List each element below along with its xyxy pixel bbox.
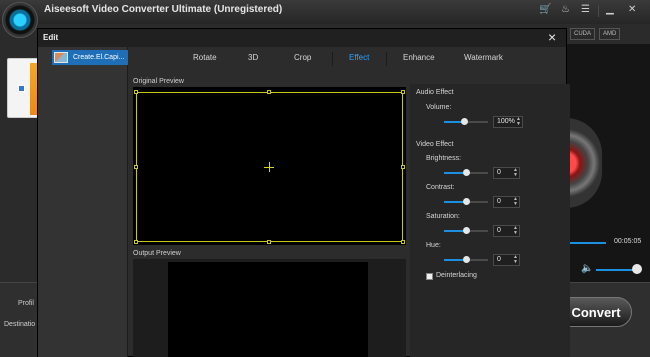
- spinner-arrows-icon[interactable]: ▲ ▼: [513, 255, 518, 265]
- contrast-label: Contrast:: [426, 184, 455, 191]
- contrast-slider-knob[interactable]: [463, 198, 470, 205]
- crop-handle[interactable]: [401, 165, 405, 169]
- spinner-arrows-icon[interactable]: ▲ ▼: [513, 168, 518, 178]
- output-preview-frame: [133, 259, 406, 357]
- audio-effect-title: Audio Effect: [416, 89, 454, 96]
- edit-dialog: Edit × Create.El.Capi... Rotate 3D Crop …: [37, 28, 570, 357]
- cuda-badge: CUDA: [570, 28, 596, 40]
- effect-settings-panel: Audio Effect Volume: 100% ▲ ▼ Video Effec…: [410, 84, 570, 357]
- brightness-slider-knob[interactable]: [463, 169, 470, 176]
- hue-label: Hue:: [426, 242, 441, 249]
- app-title: Aiseesoft Video Converter Ultimate (Unre…: [44, 4, 283, 15]
- tab-watermark[interactable]: Watermark: [464, 53, 503, 62]
- original-preview-label: Original Preview: [133, 78, 184, 85]
- minimize-icon[interactable]: ▁: [606, 4, 614, 15]
- spinner-arrows-icon[interactable]: ▲ ▼: [516, 117, 521, 127]
- list-icon[interactable]: ☰: [581, 4, 590, 15]
- edit-tabs: Rotate 3D Crop Effect Enhance Watermark: [128, 47, 566, 71]
- crop-handle[interactable]: [401, 90, 405, 94]
- tab-divider: [332, 52, 333, 66]
- saturation-value-field[interactable]: 0 ▲ ▼: [493, 225, 520, 237]
- crop-handle[interactable]: [134, 165, 138, 169]
- hue-value: 0: [497, 256, 501, 263]
- key-icon[interactable]: ♨: [561, 4, 570, 15]
- close-icon[interactable]: ✕: [628, 4, 636, 15]
- dialog-header: Edit ×: [38, 29, 566, 47]
- dialog-close-icon[interactable]: ×: [548, 30, 556, 44]
- tab-rotate[interactable]: Rotate: [193, 53, 217, 62]
- original-preview: [133, 87, 406, 245]
- player-progress[interactable]: [566, 242, 606, 244]
- brightness-label: Brightness:: [426, 155, 462, 162]
- output-preview: [168, 262, 368, 357]
- tab-divider: [386, 52, 387, 66]
- player-time: 00:05:05: [614, 238, 642, 245]
- video-thumbnail: [54, 52, 68, 63]
- saturation-value: 0: [497, 227, 501, 234]
- tab-enhance[interactable]: Enhance: [403, 53, 435, 62]
- tab-effect[interactable]: Effect: [349, 53, 369, 62]
- dialog-file-list: Create.El.Capi...: [38, 47, 128, 357]
- hw-acceleration-badges: CUDA AMD: [570, 28, 621, 40]
- dialog-file-item[interactable]: Create.El.Capi...: [52, 50, 128, 65]
- titlebar-divider: [598, 5, 599, 17]
- crop-handle[interactable]: [134, 240, 138, 244]
- crop-handle[interactable]: [401, 240, 405, 244]
- crop-handle[interactable]: [134, 90, 138, 94]
- dialog-title: Edit: [43, 33, 59, 42]
- spinner-arrows-icon[interactable]: ▲ ▼: [513, 226, 518, 236]
- contrast-value-field[interactable]: 0 ▲ ▼: [493, 196, 520, 208]
- volume-value: 100%: [497, 118, 515, 125]
- convert-button[interactable]: Convert: [560, 297, 632, 327]
- file-checkbox[interactable]: [18, 85, 25, 92]
- hue-slider-knob[interactable]: [463, 256, 470, 263]
- destination-label: Destinatio: [4, 321, 36, 328]
- tab-3d[interactable]: 3D: [248, 53, 258, 62]
- crop-handle[interactable]: [267, 90, 271, 94]
- contrast-value: 0: [497, 198, 501, 205]
- crop-handle[interactable]: [267, 240, 271, 244]
- file-list-item[interactable]: [7, 58, 39, 118]
- app-logo: [2, 2, 38, 38]
- dialog-file-name: Create.El.Capi...: [73, 54, 125, 61]
- hue-value-field[interactable]: 0 ▲ ▼: [493, 254, 520, 266]
- amd-badge: AMD: [599, 28, 621, 40]
- crosshair-icon: [269, 162, 270, 172]
- deinterlacing-label: Deinterlacing: [436, 272, 477, 279]
- brightness-value-field[interactable]: 0 ▲ ▼: [493, 167, 520, 179]
- profile-label: Profil: [18, 300, 34, 307]
- output-preview-label: Output Preview: [133, 250, 181, 257]
- brightness-value: 0: [497, 169, 501, 176]
- volume-slider-knob[interactable]: [461, 118, 468, 125]
- volume-label: Volume:: [426, 104, 452, 111]
- deinterlacing-checkbox[interactable]: [426, 273, 433, 280]
- volume-icon[interactable]: 🔈: [581, 263, 593, 274]
- tab-crop[interactable]: Crop: [294, 53, 311, 62]
- volume-value-field[interactable]: 100% ▲ ▼: [493, 116, 523, 128]
- cart-icon[interactable]: 🛒: [539, 4, 551, 15]
- saturation-slider-knob[interactable]: [463, 227, 470, 234]
- player-volume-knob[interactable]: [632, 264, 642, 274]
- saturation-label: Saturation:: [426, 213, 460, 220]
- video-effect-title: Video Effect: [416, 141, 454, 148]
- spinner-arrows-icon[interactable]: ▲ ▼: [513, 197, 518, 207]
